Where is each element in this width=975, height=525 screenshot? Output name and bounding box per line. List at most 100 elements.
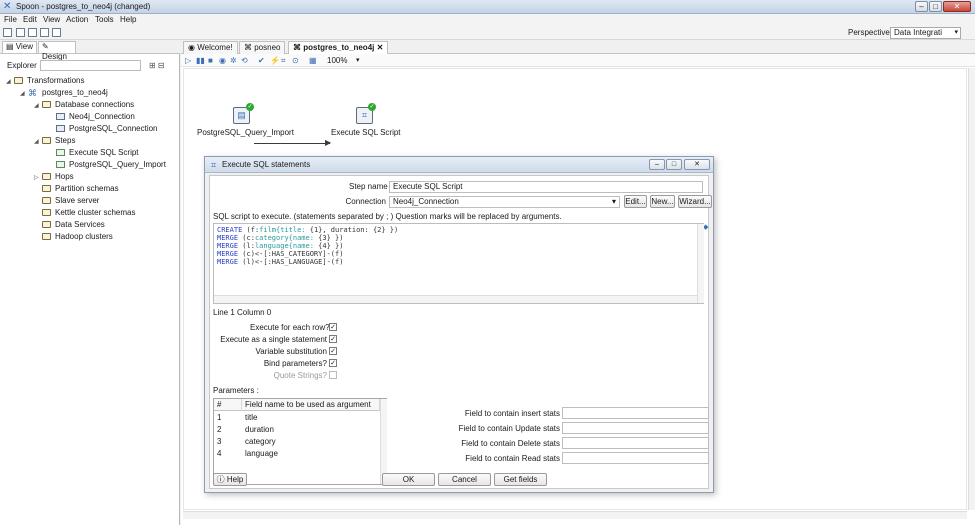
table-row[interactable]: 4 language	[214, 448, 380, 460]
replay-icon[interactable]: ⟲	[241, 56, 248, 65]
tab-view[interactable]: ▤ View	[2, 41, 37, 53]
menu-edit[interactable]: Edit	[23, 15, 37, 25]
update-stats-label: Field to contain Update stats	[458, 424, 560, 433]
tree-item[interactable]: ◢ Transformations	[0, 75, 180, 87]
tab-view-label: View	[15, 42, 33, 51]
pause-icon[interactable]: ▮▮	[196, 56, 205, 65]
edit-connection-button[interactable]: Edit...	[624, 195, 647, 208]
stop-icon[interactable]: ■	[208, 56, 213, 65]
save-icon[interactable]	[40, 28, 49, 37]
canvas-vertical-scrollbar[interactable]	[968, 68, 975, 510]
tree-item[interactable]: ◢ Database connections	[0, 99, 180, 111]
help-button[interactable]: ⓘ Help	[213, 473, 247, 486]
left-panel-tabs: ▤ View ✎ Design	[0, 40, 180, 61]
tree-expander-icon[interactable]: ◢	[34, 136, 42, 148]
tree-item[interactable]: PostgreSQL_Connection	[0, 123, 180, 135]
hop-line[interactable]	[254, 143, 330, 144]
explorer-search-input[interactable]	[40, 60, 141, 71]
tree-item[interactable]: Data Services	[0, 219, 180, 231]
open-file-icon[interactable]	[16, 28, 25, 37]
run-icon[interactable]: ▷	[185, 56, 191, 65]
tree-item[interactable]: Hadoop clusters	[0, 231, 180, 243]
table-row[interactable]: 2 duration	[214, 424, 380, 436]
explore-db-icon[interactable]: ⊙	[292, 56, 299, 65]
sql-script-editor[interactable]: CREATE (f:film{title: {1}, duration: {2}…	[213, 223, 704, 304]
insert-stats-input[interactable]	[562, 407, 709, 419]
explore-repository-icon[interactable]	[28, 28, 37, 37]
new-file-icon[interactable]	[3, 28, 12, 37]
impact-icon[interactable]: ⚡	[270, 56, 280, 65]
new-connection-button[interactable]: New...	[650, 195, 675, 208]
step-label: Execute SQL Script	[331, 128, 401, 137]
menu-action[interactable]: Action	[66, 15, 88, 25]
tree-item[interactable]: ◢ ⌘ postgres_to_neo4j	[0, 87, 180, 99]
menu-view[interactable]: View	[43, 15, 60, 25]
preview-icon[interactable]: ◉	[219, 56, 226, 65]
insert-stats-label: Field to contain insert stats	[464, 409, 560, 418]
tree-expander-icon[interactable]: ◢	[34, 100, 42, 112]
connection-select[interactable]: Neo4j_Connection ▾	[389, 196, 620, 208]
sql-vertical-scrollbar[interactable]	[697, 224, 704, 303]
param-field: category	[245, 437, 276, 446]
tree-expander-icon[interactable]: ◢	[20, 88, 28, 100]
sql-horizontal-scrollbar[interactable]	[214, 295, 697, 303]
canvas-horizontal-scrollbar[interactable]	[183, 511, 967, 519]
table-row[interactable]: 3 category	[214, 436, 380, 448]
window-maximize-button[interactable]: □	[929, 1, 942, 12]
tree-expander-icon[interactable]: ◢	[6, 76, 14, 88]
chevron-down-icon: ▾	[611, 197, 616, 206]
variable-substitution-checkbox[interactable]: ✓	[329, 347, 337, 355]
table-row[interactable]: 1 title	[214, 412, 380, 424]
ok-button[interactable]: OK	[382, 473, 435, 486]
get-fields-button[interactable]: Get fields	[494, 473, 547, 486]
single-statement-checkbox[interactable]: ✓	[329, 335, 337, 343]
zoom-select[interactable]: 100%	[327, 56, 347, 65]
tab-design[interactable]: ✎ Design	[38, 41, 76, 61]
bind-parameters-checkbox[interactable]: ✓	[329, 359, 337, 367]
tree-item[interactable]: Execute SQL Script	[0, 147, 180, 159]
quote-strings-checkbox	[329, 371, 337, 379]
tree-item[interactable]: ▷ Hops	[0, 171, 180, 183]
verify-icon[interactable]: ✔	[258, 56, 265, 65]
window-close-button[interactable]: ✕	[943, 1, 971, 12]
debug-icon[interactable]: ✲	[230, 56, 237, 65]
database-connection-icon	[56, 125, 65, 132]
delete-stats-input[interactable]	[562, 437, 709, 449]
parameters-vertical-scrollbar[interactable]	[380, 399, 387, 484]
window-minimize-button[interactable]: –	[915, 1, 928, 12]
sql-icon[interactable]: ⌗	[281, 56, 286, 65]
dialog-minimize-button[interactable]: –	[649, 159, 665, 170]
dialog-close-button[interactable]: ✕	[684, 159, 710, 170]
tree-item[interactable]: Neo4j_Connection	[0, 111, 180, 123]
tree-item-label: Hops	[55, 172, 74, 181]
dialog-maximize-button[interactable]: □	[666, 159, 682, 170]
close-tab-icon[interactable]: ✕	[377, 43, 384, 52]
save-as-icon[interactable]	[52, 28, 61, 37]
collapse-expand-icons[interactable]: ⊞ ⊟	[149, 61, 165, 70]
execute-each-row-checkbox[interactable]: ✓	[329, 323, 337, 331]
show-results-icon[interactable]: ▦	[309, 56, 317, 65]
view-icon: ▤	[6, 42, 14, 51]
parameters-table[interactable]: # Field name to be used as argument 1 ti…	[213, 398, 387, 485]
tab-posneo[interactable]: ⌘ posneo	[239, 41, 286, 54]
menu-file[interactable]: File	[4, 15, 17, 25]
column-header[interactable]: Field name to be used as argument	[242, 399, 380, 411]
tab-welcome[interactable]: ◉ Welcome!	[183, 41, 238, 54]
option-label: Execute as a single statement	[220, 335, 327, 344]
perspective-select[interactable]: Data Integrati ▾	[890, 27, 961, 39]
cancel-button[interactable]: Cancel	[438, 473, 491, 486]
tree-item[interactable]: PostgreSQL_Query_Import	[0, 159, 180, 171]
menu-tools[interactable]: Tools	[95, 15, 114, 25]
tree-item[interactable]: ◢ Steps	[0, 135, 180, 147]
read-stats-input[interactable]	[562, 452, 709, 464]
wizard-button[interactable]: Wizard...	[678, 195, 712, 208]
tree-item[interactable]: Slave server	[0, 195, 180, 207]
chevron-down-icon[interactable]: ▾	[356, 56, 360, 64]
column-header[interactable]: #	[214, 399, 242, 411]
tab-postgres-to-neo4j[interactable]: ⌘ postgres_to_neo4j ✕	[288, 41, 389, 54]
menu-help[interactable]: Help	[120, 15, 136, 25]
update-stats-input[interactable]	[562, 422, 709, 434]
tree-item[interactable]: Partition schemas	[0, 183, 180, 195]
tree-item[interactable]: Kettle cluster schemas	[0, 207, 180, 219]
step-name-input[interactable]: Execute SQL Script	[389, 181, 703, 193]
